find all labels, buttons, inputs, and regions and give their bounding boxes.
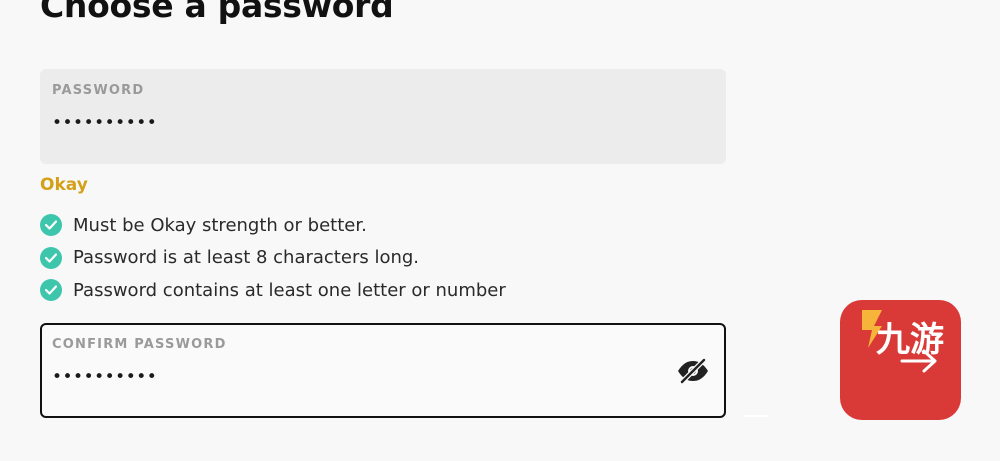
password-field[interactable]: PASSWORD •••••••••• [40,69,726,164]
choose-password-page: Choose a password PASSWORD •••••••••• Ok… [0,0,1000,461]
confirm-password-label: CONFIRM PASSWORD [52,337,227,352]
confirm-password-field[interactable]: CONFIRM PASSWORD •••••••••• [40,323,726,418]
eye-slash-icon[interactable] [676,357,710,385]
confirm-password-input[interactable]: •••••••••• [52,367,157,387]
app-badge[interactable]: 九游 [840,300,961,420]
password-label: PASSWORD [52,83,145,98]
strength-indicator: Okay [40,175,88,195]
requirement-item: Password contains at least one letter or… [40,274,506,307]
requirement-text: Must be Okay strength or better. [73,214,367,236]
requirement-item: Must be Okay strength or better. [40,209,506,242]
check-icon [40,214,62,237]
requirements-list: Must be Okay strength or better. Passwor… [40,209,506,307]
check-icon [40,246,62,269]
password-input[interactable]: •••••••••• [52,113,157,133]
page-title: Choose a password [40,0,394,25]
check-icon [40,279,62,302]
requirement-text: Password is at least 8 characters long. [73,247,420,269]
requirement-item: Password is at least 8 characters long. [40,242,506,275]
requirement-text: Password contains at least one letter or… [73,279,506,301]
divider [744,415,768,417]
